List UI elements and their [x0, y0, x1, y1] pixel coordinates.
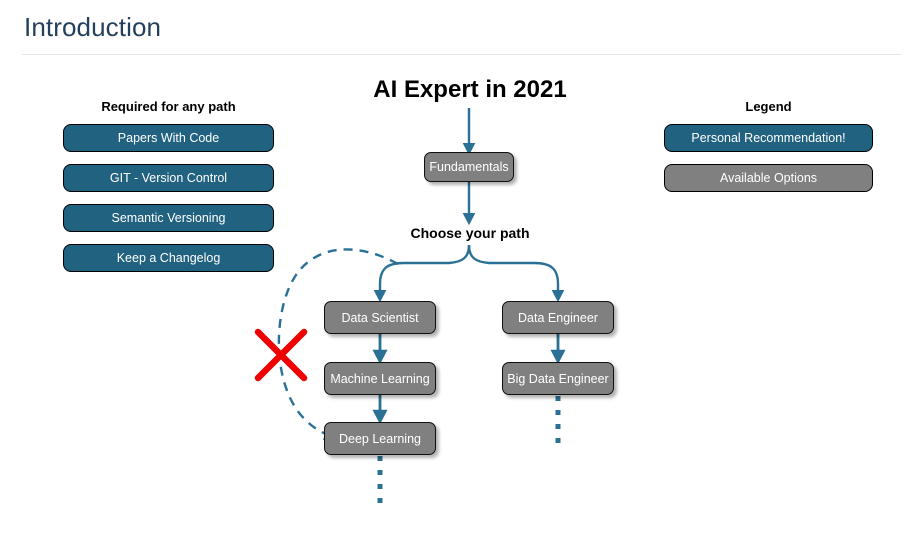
required-item-papers-with-code[interactable]: Papers With Code — [63, 124, 274, 152]
required-item-keep-a-changelog[interactable]: Keep a Changelog — [63, 244, 274, 272]
node-big-data-engineer[interactable]: Big Data Engineer — [502, 362, 614, 395]
connector-choose-split-left — [373, 244, 471, 303]
node-fundamentals[interactable]: Fundamentals — [424, 152, 514, 182]
node-deep-learning[interactable]: Deep Learning — [324, 422, 436, 455]
connector-choose-split-right — [467, 244, 565, 303]
node-data-engineer[interactable]: Data Engineer — [502, 301, 614, 334]
shortcut-crossed-out-icon — [254, 328, 308, 382]
required-item-semantic-versioning[interactable]: Semantic Versioning — [63, 204, 274, 232]
page-title: Introduction — [24, 12, 162, 42]
flowchart-title: AI Expert in 2021 — [373, 76, 567, 103]
connector-shortcut-dashed-bypass — [277, 248, 399, 440]
required-item-git-version-control[interactable]: GIT - Version Control — [63, 164, 274, 192]
legend-panel-heading: Legend — [745, 99, 792, 114]
legend-item-available-options: Available Options — [664, 164, 873, 192]
legend-item-personal-recommendation: Personal Recommendation! — [664, 124, 873, 152]
page-header: Introduction — [0, 0, 919, 55]
node-data-scientist[interactable]: Data Scientist — [324, 301, 436, 334]
required-panel-heading: Required for any path — [101, 99, 236, 114]
header-divider — [22, 54, 902, 55]
node-machine-learning[interactable]: Machine Learning — [324, 362, 436, 395]
choose-your-path-label: Choose your path — [410, 225, 530, 241]
